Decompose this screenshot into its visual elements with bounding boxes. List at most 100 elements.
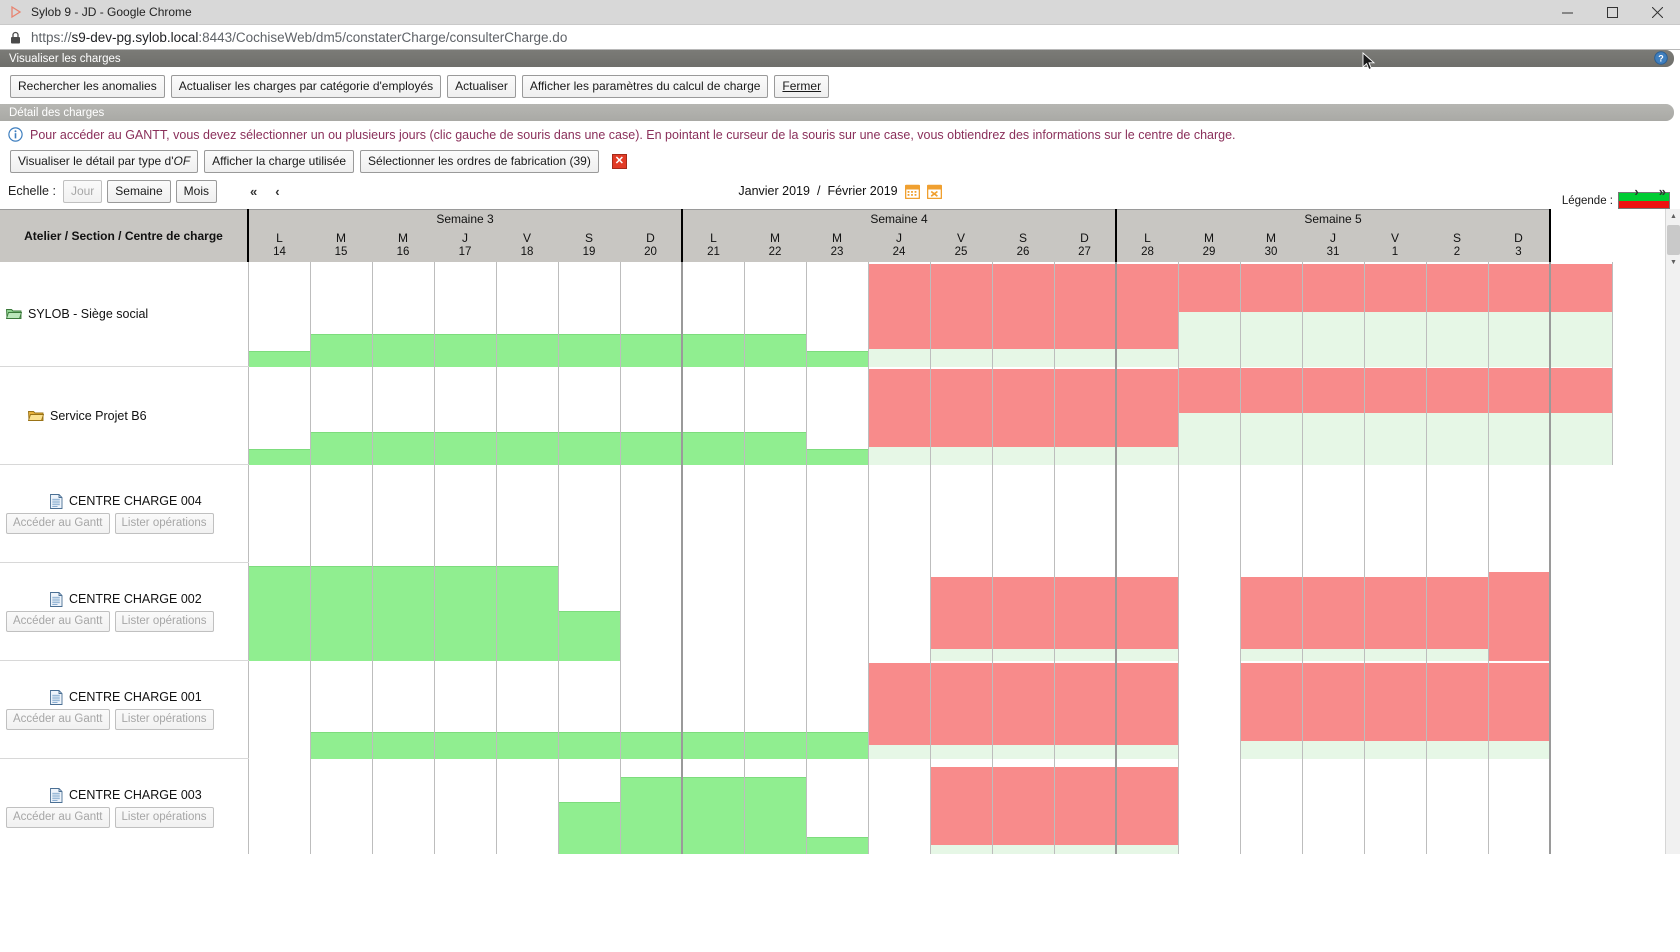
list-operations-button[interactable]: Lister opérations [114,610,214,632]
gantt-day-cell[interactable] [682,366,745,465]
gantt-day-cell[interactable] [496,660,559,759]
gantt-day-header[interactable]: V 25 [930,228,992,262]
gantt-day-cell[interactable] [1550,261,1613,367]
gantt-day-cell[interactable] [310,562,373,661]
gantt-day-cell[interactable] [248,660,311,759]
gantt-day-cell[interactable] [1426,562,1489,661]
gantt-day-cell[interactable] [992,660,1055,759]
gantt-day-header[interactable]: S 19 [558,228,620,262]
gantt-day-cell[interactable] [992,366,1055,465]
gantt-day-cell[interactable] [496,261,559,367]
gantt-node-label[interactable]: CENTRE CHARGE 002 [50,591,248,607]
gantt-day-cell[interactable] [620,758,683,854]
gantt-day-cell[interactable] [930,660,993,759]
gantt-day-cell[interactable] [868,261,931,367]
gantt-day-header[interactable]: M 23 [806,228,868,262]
gantt-day-cell[interactable] [1116,562,1179,661]
gantt-node-label[interactable]: CENTRE CHARGE 004 [50,493,248,509]
gantt-day-cell[interactable] [868,366,931,465]
gantt-day-cell[interactable] [434,660,497,759]
gantt-day-cell[interactable] [1302,261,1365,367]
scale-month-button[interactable]: Mois [175,179,218,203]
gantt-day-cell[interactable] [1488,660,1551,759]
open-gantt-button[interactable]: Accéder au Gantt [6,610,110,632]
gantt-day-cell[interactable] [248,366,311,465]
gantt-day-cell[interactable] [1054,366,1117,465]
gantt-day-header[interactable]: L 28 [1116,228,1178,262]
gantt-day-header[interactable]: L 21 [682,228,744,262]
gantt-day-cell[interactable] [1364,464,1427,563]
calendar-icon[interactable] [904,184,920,199]
gantt-day-cell[interactable] [372,464,435,563]
gantt-day-header[interactable]: J 24 [868,228,930,262]
gantt-day-cell[interactable] [496,562,559,661]
nav-prev-button[interactable]: ‹ [275,184,279,199]
gantt-day-cell[interactable] [620,366,683,465]
list-operations-button[interactable]: Lister opérations [114,708,214,730]
gantt-day-cell[interactable] [372,660,435,759]
gantt-day-header[interactable]: S2 [1426,228,1488,262]
browser-urlbar[interactable]: https://s9-dev-pg.sylob.local:8443/Cochi… [0,25,1680,50]
gantt-day-cell[interactable] [1488,366,1551,465]
gantt-day-cell[interactable] [806,464,869,563]
calendar-clear-icon[interactable] [926,184,942,199]
gantt-day-cell[interactable] [806,562,869,661]
gantt-day-header[interactable]: D3 [1488,228,1551,262]
gantt-day-cell[interactable] [1116,758,1179,854]
gantt-node-label[interactable]: SYLOB - Siège social [6,307,248,321]
gantt-day-cell[interactable] [248,261,311,367]
gantt-day-cell[interactable] [310,464,373,563]
vertical-scrollbar[interactable]: ▲ ▼ [1665,209,1680,854]
gantt-day-header[interactable]: D 27 [1054,228,1117,262]
close-button[interactable]: Fermer [774,75,830,98]
refresh-by-employee-category-button[interactable]: Actualiser les charges par catégorie d'e… [170,75,442,98]
gantt-day-header[interactable]: M 15 [310,228,372,262]
gantt-day-cell[interactable] [1302,660,1365,759]
gantt-day-cell[interactable] [1550,366,1613,465]
detail-by-of-type-button[interactable]: Visualiser le détail par type d'OF [10,150,199,173]
gantt-day-cell[interactable] [1240,660,1303,759]
gantt-day-cell[interactable] [1178,261,1241,367]
gantt-day-cell[interactable] [930,758,993,854]
gantt-day-cell[interactable] [1488,758,1551,854]
gantt-day-cell[interactable] [434,261,497,367]
gantt-day-cell[interactable] [1426,758,1489,854]
gantt-day-cell[interactable] [682,562,745,661]
open-gantt-button[interactable]: Accéder au Gantt [6,806,110,828]
nav-first-button[interactable]: « [250,184,257,199]
gantt-day-cell[interactable] [434,366,497,465]
gantt-day-cell[interactable] [1302,562,1365,661]
gantt-day-cell[interactable] [310,366,373,465]
gantt-day-cell[interactable] [1364,660,1427,759]
gantt-day-cell[interactable] [248,464,311,563]
show-used-charge-button[interactable]: Afficher la charge utilisée [204,150,355,173]
gantt-day-cell[interactable] [868,758,931,854]
gantt-day-header[interactable]: V1 [1364,228,1426,262]
gantt-day-cell[interactable] [806,758,869,854]
gantt-day-cell[interactable] [930,464,993,563]
list-operations-button[interactable]: Lister opérations [114,512,214,534]
gantt-day-cell[interactable] [558,464,621,563]
gantt-day-cell[interactable] [1426,366,1489,465]
gantt-day-cell[interactable] [620,464,683,563]
gantt-day-cell[interactable] [1426,464,1489,563]
gantt-day-cell[interactable] [434,562,497,661]
scale-day-button[interactable]: Jour [62,179,103,203]
gantt-day-cell[interactable] [1054,758,1117,854]
gantt-day-cell[interactable] [1302,758,1365,854]
gantt-day-cell[interactable] [372,366,435,465]
gantt-day-cell[interactable] [682,758,745,854]
gantt-day-cell[interactable] [1364,366,1427,465]
gantt-day-cell[interactable] [558,758,621,854]
gantt-day-cell[interactable] [1054,261,1117,367]
gantt-day-cell[interactable] [372,758,435,854]
gantt-day-cell[interactable] [620,562,683,661]
gantt-day-cell[interactable] [1178,366,1241,465]
maximize-button[interactable] [1590,0,1635,25]
gantt-day-cell[interactable] [744,464,807,563]
search-anomalies-button[interactable]: Rechercher les anomalies [10,75,165,98]
gantt-day-cell[interactable] [868,660,931,759]
scrollbar-thumb[interactable] [1667,225,1680,255]
gantt-day-cell[interactable] [744,562,807,661]
list-operations-button[interactable]: Lister opérations [114,806,214,828]
